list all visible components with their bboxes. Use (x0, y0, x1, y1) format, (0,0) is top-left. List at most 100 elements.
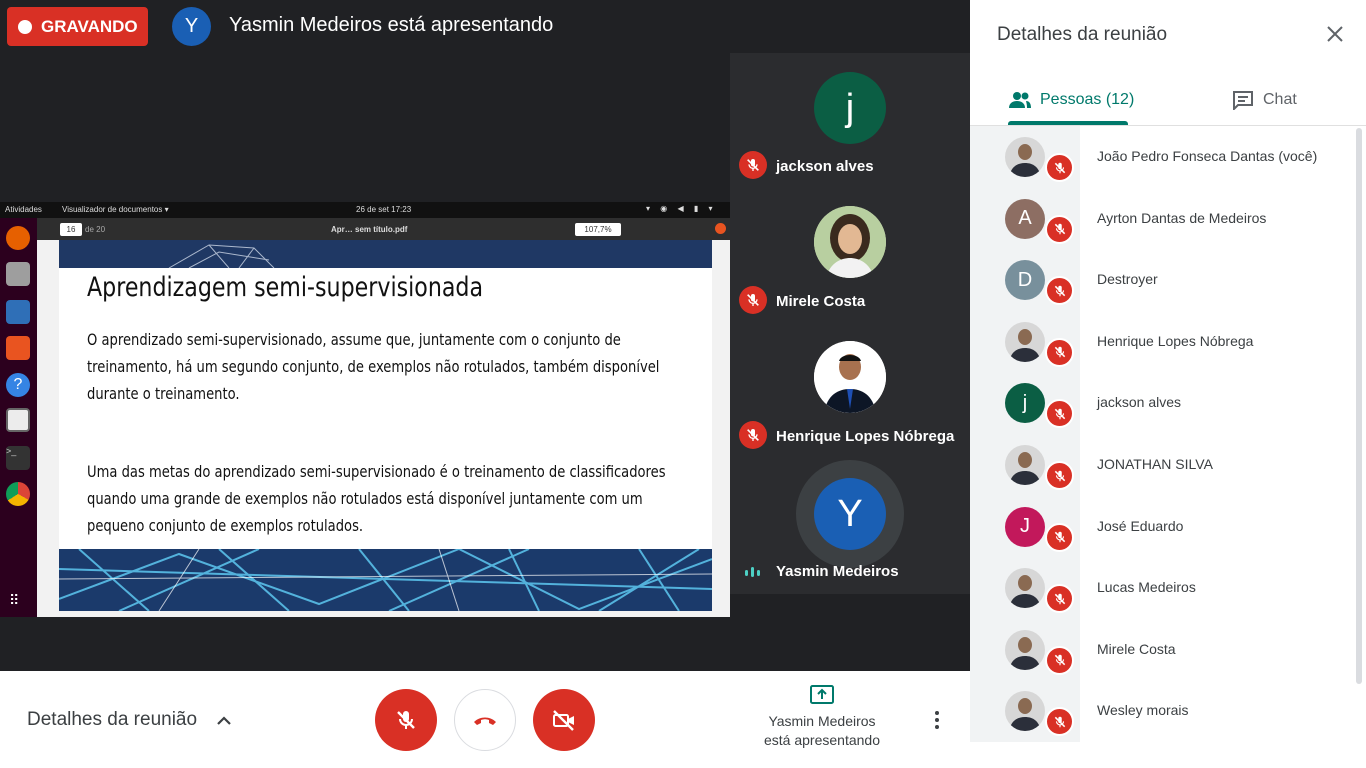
activities-label: Atividades (5, 205, 42, 214)
participant-avatar-photo (1005, 568, 1045, 609)
document-viewer-icon (6, 408, 30, 432)
participant-avatar: A (1005, 198, 1045, 239)
participant-name: Mirele Costa (1097, 640, 1176, 657)
firefox-icon (6, 226, 30, 250)
tile-jackson-alves[interactable]: j jackson alves (730, 53, 970, 188)
meeting-details-toggle[interactable]: Detalhes da reunião (27, 709, 232, 731)
presenter-avatar: Y (172, 7, 211, 46)
terminal-icon: >_ (6, 446, 30, 470)
participant-row[interactable]: A Ayrton Dantas de Medeiros (970, 187, 1366, 250)
active-tab-indicator (1008, 121, 1128, 125)
system-tray-icons: ▾ ◉ ◀ ▮ ▾ (646, 204, 717, 213)
chrome-icon (6, 482, 30, 506)
slide-paragraph-2: Uma das metas do aprendizado semi-superv… (87, 462, 666, 535)
participant-avatar: J (1005, 506, 1045, 547)
present-screen-icon (810, 685, 834, 704)
presenting-status: está apresentando (764, 732, 880, 748)
camera-toggle-button[interactable] (533, 689, 595, 751)
meeting-details-label: Detalhes da reunião (27, 709, 198, 731)
mic-muted-icon (1045, 153, 1074, 182)
avatar: Y (814, 478, 886, 550)
camera-off-icon (553, 710, 574, 731)
mic-muted-icon (739, 151, 767, 179)
shared-screen: Atividades Visualizador de documentos ▾ … (0, 202, 730, 617)
mic-toggle-button[interactable] (375, 689, 437, 751)
slide-bottom-band (59, 549, 712, 611)
tile-mirele-costa[interactable]: Mirele Costa (730, 188, 970, 323)
filename-label: Apr… sem título.pdf (331, 225, 408, 234)
tile-yasmin-medeiros[interactable]: Y Yasmin Medeiros (730, 458, 970, 593)
participant-row[interactable]: Henrique Lopes Nóbrega (970, 310, 1366, 373)
participant-row[interactable]: D Destroyer (970, 249, 1366, 312)
mic-muted-icon (1045, 337, 1074, 367)
document-viewer-toolbar: 16 de 20 Apr… sem título.pdf 107,7% (37, 218, 730, 240)
meeting-details-panel: Detalhes da reunião Pessoas (12) Chat Jo… (970, 0, 1366, 768)
help-icon: ? (6, 373, 30, 397)
meet-window: GRAVANDO Y Yasmin Medeiros está apresent… (0, 0, 1366, 768)
ubuntu-top-bar: Atividades Visualizador de documentos ▾ … (0, 202, 730, 218)
bottom-control-bar: Detalhes da reunião Yasmin Medeiros está… (0, 671, 970, 768)
participant-row[interactable]: j jackson alves (970, 372, 1366, 435)
tile-name: Yasmin Medeiros (776, 563, 899, 580)
participant-tiles: j jackson alves Mirele Costa Henrique Lo… (730, 53, 970, 594)
participant-name: João Pedro Fonseca Dantas (você) (1097, 148, 1318, 164)
writer-icon (6, 300, 30, 324)
people-list-scrollbar[interactable] (1356, 128, 1362, 684)
mic-muted-icon (1045, 214, 1074, 244)
participant-avatar-photo (1005, 445, 1045, 485)
app-menu-label: Visualizador de documentos ▾ (62, 205, 169, 214)
hang-up-icon (474, 717, 496, 725)
participant-name: Henrique Lopes Nóbrega (1097, 332, 1254, 349)
leave-call-button[interactable] (454, 689, 516, 751)
presenter-title: Yasmin Medeiros está apresentando (229, 14, 554, 36)
participant-row[interactable]: J José Eduardo (970, 495, 1366, 558)
participant-name: Destroyer (1097, 271, 1158, 288)
slide-heading: Aprendizagem semi-supervisionada (87, 272, 484, 303)
mic-muted-icon (1045, 522, 1074, 552)
slide-area: Aprendizagem semi-supervisionada O apren… (37, 240, 730, 617)
mic-muted-icon (1045, 276, 1074, 306)
software-icon (6, 336, 30, 360)
participant-row[interactable]: JONATHAN SILVA (970, 434, 1366, 496)
avatar-photo (814, 206, 886, 278)
page-number-input: 16 (60, 223, 82, 236)
mic-muted-icon (1045, 584, 1074, 614)
ubuntu-dock: ? >_ ⠿ (0, 218, 37, 617)
more-options-icon[interactable] (929, 710, 945, 730)
participant-name: Lucas Medeiros (1097, 579, 1196, 596)
participant-avatar-photo (1005, 629, 1045, 670)
tile-name: jackson alves (776, 158, 874, 175)
people-icon (1009, 92, 1031, 108)
page-total-label: de 20 (85, 225, 106, 234)
tile-name: Henrique Lopes Nóbrega (776, 428, 955, 445)
participant-name: jackson alves (1097, 394, 1182, 411)
participant-row[interactable]: Mirele Costa (970, 618, 1366, 681)
mic-muted-icon (739, 286, 767, 314)
speaking-indicator-icon (744, 565, 762, 579)
participant-row[interactable]: Wesley morais (970, 680, 1366, 743)
close-icon[interactable] (1326, 25, 1344, 43)
presenting-now-button[interactable]: Yasmin Medeiros está apresentando (742, 683, 902, 750)
tile-name: Mirele Costa (776, 293, 866, 310)
participant-name: José Eduardo (1097, 517, 1184, 534)
chevron-up-icon (216, 709, 232, 731)
recording-badge: GRAVANDO (7, 7, 148, 46)
tile-henrique-lopes-nobrega[interactable]: Henrique Lopes Nóbrega (730, 323, 970, 458)
avatar: j (814, 72, 886, 144)
zoom-field: 107,7% (575, 223, 621, 236)
tab-people[interactable]: Pessoas (12) (1008, 74, 1134, 126)
participant-row[interactable]: João Pedro Fonseca Dantas (você) (970, 126, 1366, 188)
tab-people-label: Pessoas (12) (1040, 91, 1135, 108)
viewer-close-icon (715, 223, 726, 234)
presenting-name: Yasmin Medeiros (768, 713, 876, 729)
clock-label: 26 de set 17:23 (356, 205, 412, 214)
panel-title: Detalhes da reunião (997, 24, 1168, 45)
participant-avatar: D (1005, 260, 1045, 301)
panel-tabs: Pessoas (12) Chat (970, 74, 1366, 126)
tab-chat[interactable]: Chat (1232, 74, 1297, 126)
participant-avatar-photo (1005, 137, 1045, 177)
participant-name: JONATHAN SILVA (1097, 456, 1213, 472)
participant-row[interactable]: Lucas Medeiros (970, 557, 1366, 620)
slide-top-band (59, 240, 712, 268)
participant-avatar-photo (1005, 321, 1045, 362)
